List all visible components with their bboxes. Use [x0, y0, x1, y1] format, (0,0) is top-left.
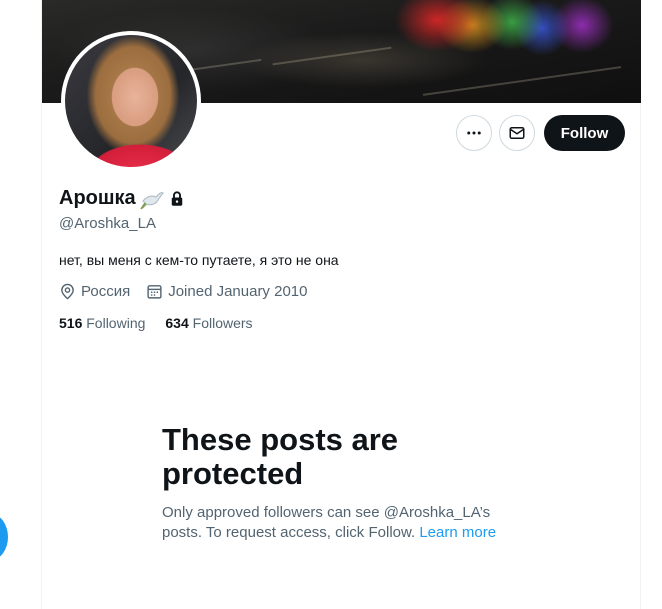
- learn-more-link[interactable]: Learn more: [419, 524, 496, 541]
- more-options-button[interactable]: [456, 115, 492, 151]
- profile-column: Follow Арошка @Aroshka_LA нет, вы меня с…: [41, 0, 641, 609]
- follow-button[interactable]: Follow: [544, 115, 625, 151]
- joined-text: Joined January 2010: [168, 283, 308, 300]
- protected-notice: These posts are protected Only approved …: [162, 423, 522, 543]
- profile-stats: 516 Following 634 Followers: [59, 315, 273, 331]
- profile-bio: нет, вы меня с кем-то путаете, я это не …: [59, 252, 339, 268]
- following-link[interactable]: 516 Following: [59, 315, 145, 331]
- calendar-icon: [147, 285, 162, 299]
- profile-avatar[interactable]: [61, 31, 201, 171]
- floating-compose-button[interactable]: [0, 514, 8, 560]
- joined-item: Joined January 2010: [146, 283, 307, 300]
- location-item: Россия: [59, 283, 130, 300]
- envelope-icon: [509, 127, 525, 139]
- followers-link[interactable]: 634 Followers: [165, 315, 252, 331]
- message-button[interactable]: [499, 115, 535, 151]
- profile-handle: @Aroshka_LA: [59, 215, 156, 232]
- profile-name-row: Арошка: [59, 187, 186, 210]
- more-dots-icon: [467, 131, 481, 135]
- location-pin-icon: [61, 283, 74, 300]
- location-text: Россия: [81, 283, 131, 300]
- lock-icon: [171, 190, 182, 206]
- dove-emoji-icon: [140, 191, 164, 209]
- protected-title: These posts are protected: [162, 422, 399, 491]
- protected-body: Only approved followers can see @Aroshka…: [162, 503, 522, 543]
- followers-count: 634: [165, 315, 189, 331]
- following-count: 516: [59, 315, 83, 331]
- profile-meta: Россия Joined January 2010: [59, 283, 323, 300]
- following-label: Following: [86, 315, 146, 331]
- followers-label: Followers: [192, 315, 253, 331]
- display-name: Арошка: [59, 187, 136, 209]
